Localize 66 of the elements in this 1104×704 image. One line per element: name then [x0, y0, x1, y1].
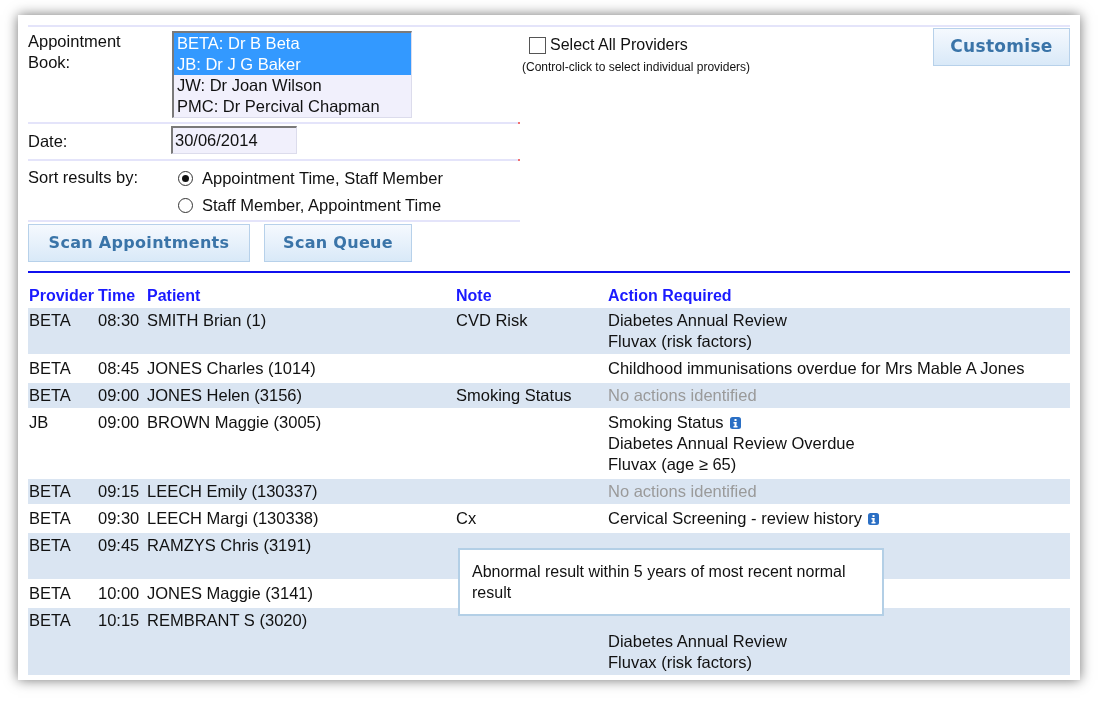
patient-cell: LEECH Margi (130338)	[147, 509, 319, 527]
tooltip: Abnormal result within 5 years of most recent normal result	[458, 548, 884, 616]
column-header[interactable]: Note	[456, 286, 608, 308]
time-cell: 08:45	[98, 359, 140, 377]
time-cell: 08:30	[98, 311, 140, 329]
patient-cell: JONES Maggie (3141)	[147, 584, 313, 602]
provider-cell: JB	[29, 413, 49, 431]
customise-button[interactable]: Customise	[933, 28, 1070, 66]
provider-cell: BETA	[29, 311, 71, 329]
time-cell: 09:15	[98, 482, 140, 500]
provider-cell: BETA	[29, 584, 71, 602]
action-text: Smoking Status	[608, 412, 724, 433]
provider-listbox[interactable]: BETA: Dr B Beta JB: Dr J G Baker JW: Dr Joan Wilson PMC: Dr Percival Chapman	[172, 31, 412, 118]
provider-cell: BETA	[29, 509, 71, 527]
note-cell: Smoking Status	[456, 386, 572, 404]
action-text: Diabetes Annual Review	[608, 631, 787, 652]
action-text: Childhood immunisations overdue for Mrs Mable A Jones	[608, 358, 1025, 379]
hint-text: (Control-click to select individual providers)	[522, 60, 751, 74]
column-header[interactable]: Action Required	[608, 286, 1070, 308]
note-cell: Cx	[456, 509, 477, 527]
action-text: Cervical Screening - review history	[608, 508, 862, 529]
radio-label[interactable]: Appointment Time, Staff Member	[202, 168, 443, 189]
info-icon[interactable]	[868, 512, 879, 525]
patient-cell: SMITH Brian (1)	[147, 311, 267, 329]
no-actions-text: No actions identified	[608, 481, 757, 502]
info-icon[interactable]	[729, 416, 741, 429]
provider-cell: BETA	[29, 536, 71, 554]
provider-cell: BETA	[29, 611, 71, 629]
patient-cell: LEECH Emily (130337)	[147, 482, 318, 500]
note-cell: CVD Risk	[456, 311, 528, 329]
time-cell: 09:30	[98, 509, 140, 527]
time-cell: 09:45	[98, 536, 140, 554]
provider-cell: BETA	[29, 386, 71, 404]
checkbox-label[interactable]: Select All Providers	[550, 35, 688, 55]
date-input[interactable]: 30/06/2014	[171, 126, 297, 154]
patient-cell: JONES Charles (1014)	[147, 359, 316, 377]
patient-cell: BROWN Maggie (3005)	[147, 413, 322, 431]
column-header[interactable]: Provider	[29, 286, 98, 308]
scan-button[interactable]: Scan Appointments	[28, 224, 250, 262]
no-actions-text: No actions identified	[608, 385, 757, 406]
listbox-option[interactable]: JW: Dr Joan Wilson	[174, 75, 411, 96]
field-label: Date:	[28, 132, 68, 150]
time-cell: 09:00	[98, 386, 140, 404]
patient-cell: JONES Helen (3156)	[147, 386, 302, 404]
patient-cell: REMBRANT S (3020)	[147, 611, 308, 629]
patient-cell: RAMZYS Chris (3191)	[147, 536, 312, 554]
action-text: Diabetes Annual Review	[608, 310, 787, 331]
action-text: Diabetes Annual Review Overdue	[608, 433, 855, 454]
time-cell: 10:15	[98, 611, 140, 629]
time-cell: 10:00	[98, 584, 140, 602]
radio-button[interactable]	[178, 198, 193, 213]
radio-label[interactable]: Staff Member, Appointment Time	[202, 195, 442, 216]
column-header[interactable]: Patient	[147, 286, 456, 308]
provider-cell: BETA	[29, 482, 71, 500]
radio-button[interactable]	[178, 171, 193, 186]
time-cell: 09:00	[98, 413, 140, 431]
listbox-option[interactable]: PMC: Dr Percival Chapman	[174, 96, 411, 117]
field-label: Appointment Book:	[28, 31, 122, 73]
action-text: Fluvax (risk factors)	[608, 331, 752, 352]
scan-button[interactable]: Scan Queue	[264, 224, 412, 262]
action-text: Fluvax (age ≥ 65)	[608, 454, 737, 475]
field-label: Sort results by:	[28, 168, 139, 186]
action-text: Fluvax (risk factors)	[608, 652, 752, 673]
column-header[interactable]: Time	[98, 286, 147, 308]
provider-cell: BETA	[29, 359, 71, 377]
checkbox[interactable]	[529, 36, 546, 54]
